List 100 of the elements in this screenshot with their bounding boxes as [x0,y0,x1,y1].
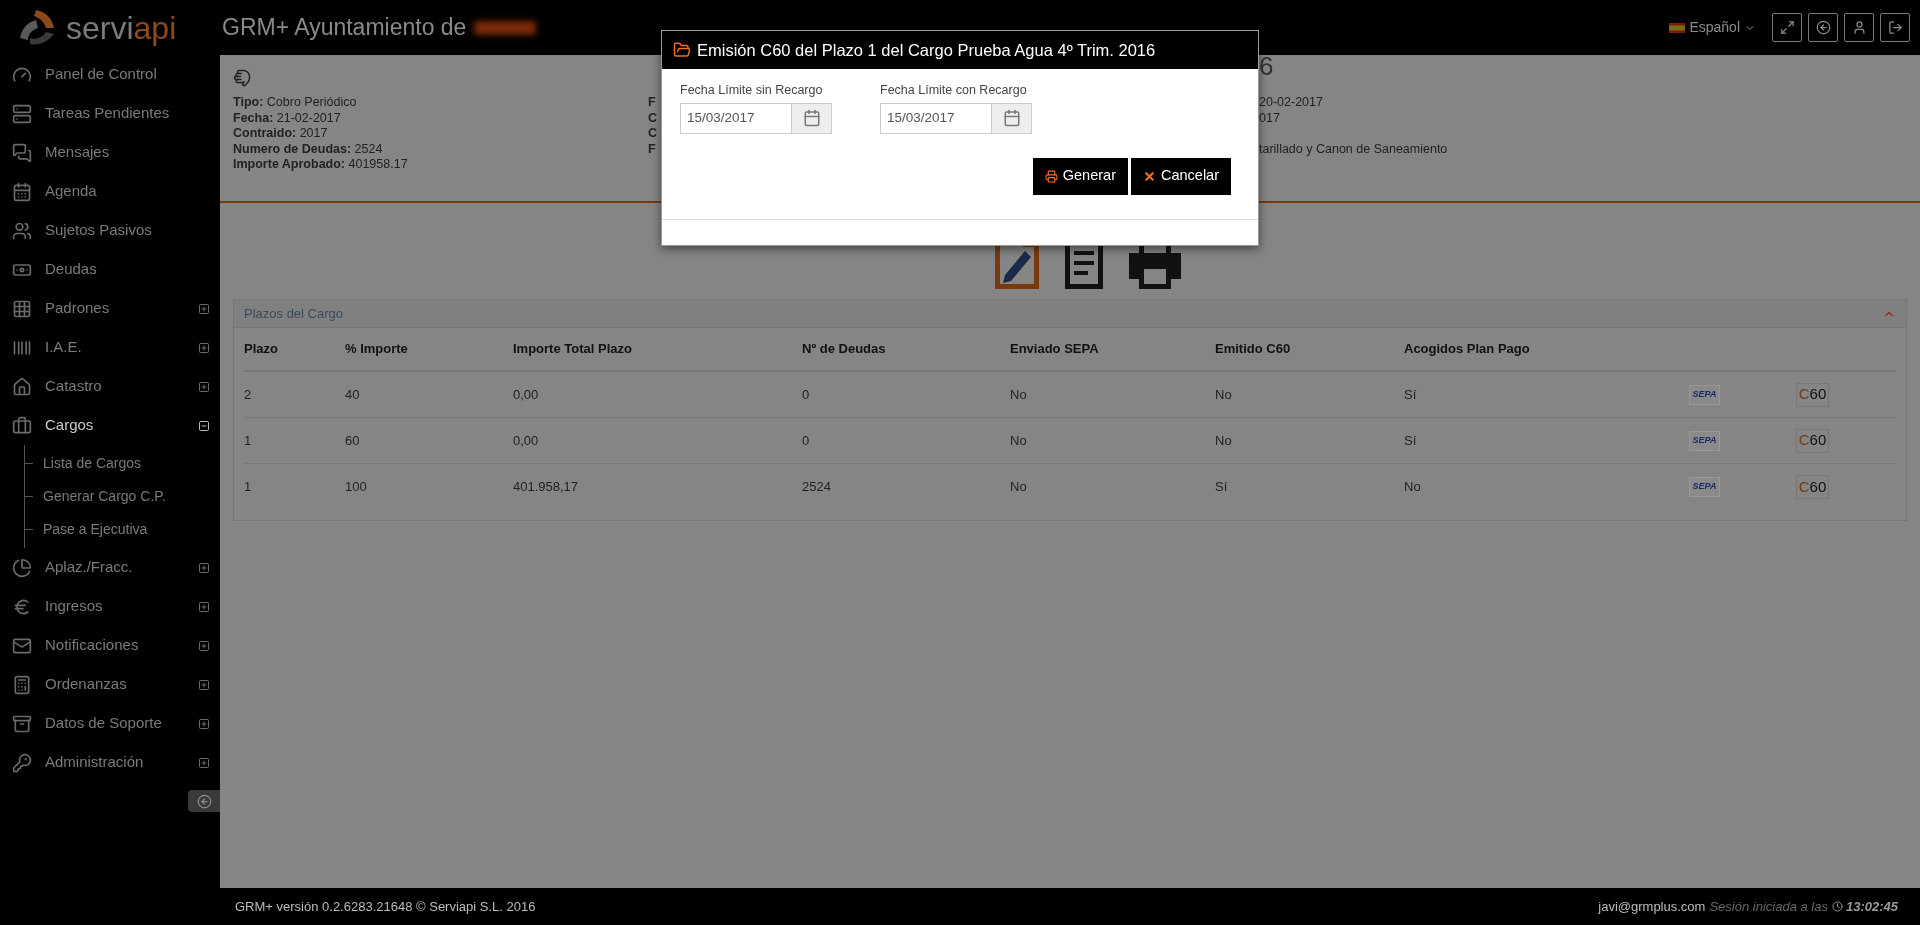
sidebar-item[interactable]: I.A.E. [0,328,220,367]
date-field[interactable]: 15/03/2017 [680,102,832,134]
heading-fragment: 6 [1259,51,1274,81]
info-label: F [648,141,656,157]
user-email: javi@grmplus.com [1598,897,1706,916]
table-cell-text: No [1010,431,1027,450]
expand-icon[interactable] [198,678,210,691]
c60-button[interactable]: C60 [1796,428,1829,453]
table-cell-text: No [1215,431,1232,450]
header-button[interactable] [1772,13,1802,42]
info-field: Numero de Deudas: 2524 [233,141,648,157]
expand-icon[interactable] [198,600,210,613]
c60-button[interactable]: C60 [1796,382,1829,407]
session-time: 13:02:45 [1845,897,1898,916]
submenu-item[interactable]: Pase a Ejecutiva [43,519,148,540]
table-cell-text: 0 [802,385,810,404]
expand-icon[interactable] [198,639,210,652]
sidebar-item[interactable]: Padrones [0,289,220,328]
info-label: C [648,126,658,142]
brand-name: serviapi [66,11,177,44]
sidebar-item[interactable]: Tareas Pendientes [0,94,220,133]
hand-icon [233,69,251,87]
printer-icon [1044,169,1058,183]
session-label: Sesión iniciada a las [1709,897,1828,916]
table-cell-text: 2524 [802,478,831,497]
table-cell-text: No [1010,478,1027,497]
header-button[interactable] [1844,13,1874,42]
expand-icon[interactable] [198,341,210,354]
sidebar-item[interactable]: Ordenanzas [0,665,220,704]
sidebar-item[interactable]: Mensajes [0,133,220,172]
sidebar-item[interactable]: Panel de Control [0,55,220,94]
menu-icon [12,415,32,436]
menu-icon [12,142,32,163]
menu-icon [12,181,32,202]
column-header: Acogidos Plan Pago [1404,340,1530,359]
expand-icon[interactable] [198,561,210,574]
page-title: GRM+ Ayuntamiento de [222,13,467,43]
folder-icon [673,41,691,59]
modal-title: Emisión C60 del Plazo 1 del Cargo Prueba Agua 4º Trim. 2016 [697,39,1156,61]
info-field: Importe Aprobado: 401958.17 [233,157,648,173]
table-cell-text: No [1215,385,1232,404]
sepa-button[interactable]: SEPA [1689,384,1720,405]
table-cell-text: 0 [802,431,810,450]
sidebar-item[interactable]: Deudas [0,250,220,289]
sepa-button[interactable]: SEPA [1689,430,1720,451]
cancel-button[interactable]: Cancelar [1130,157,1231,195]
calendar-icon[interactable] [1002,109,1021,128]
submenu-item[interactable]: Generar Cargo C.P. [43,486,166,507]
close-icon [1142,169,1156,183]
info-field: Tipo: Cobro Periódico [233,95,648,111]
table-cell-text: Sí [1404,385,1417,404]
table-cell-text: 0,00 [513,431,539,450]
date-field[interactable]: 15/03/2017 [880,102,1032,134]
sidebar-item[interactable]: Sujetos Pasivos [0,211,220,250]
table-cell-text: 401.958,17 [513,478,579,497]
collapse-sidebar-button[interactable] [188,790,220,812]
field-label: Fecha Límite sin Recargo [680,82,824,99]
sepa-button[interactable]: SEPA [1689,477,1720,497]
header-button[interactable] [1808,13,1838,42]
expand-icon[interactable] [198,380,210,393]
sidebar-item[interactable]: Administración [0,743,220,782]
sidebar-item[interactable]: Ingresos [0,587,220,626]
expand-icon[interactable] [198,717,210,730]
sidebar-item[interactable]: Datos de Soporte [0,704,220,743]
info-field: Contraido: 2017 [233,126,648,142]
language-selector[interactable]: Español [1669,17,1756,38]
sidebar-item[interactable]: Cargos [0,406,220,445]
sidebar-item[interactable]: Catastro [0,367,220,406]
collapse-icon[interactable] [198,419,210,432]
table-cell-text: 60 [345,431,360,450]
menu-icon [12,713,32,734]
info-value: 20-02-2017 [1259,95,1323,111]
calendar-icon[interactable] [802,109,821,128]
sidebar-item[interactable]: Aplaz./Fracc. [0,548,220,587]
c60-button[interactable]: C60 [1796,475,1829,499]
table-cell-text: Sí [1404,431,1417,450]
header-icon [1887,20,1903,35]
column-header: Emitido C60 [1215,340,1291,359]
table-cell-text: 40 [345,385,360,404]
header-icon [1779,20,1795,35]
table-cell-text: 2 [244,385,252,404]
table-cell-text: Sí [1215,478,1228,497]
blurred-name [474,20,537,35]
info-label: C [648,110,658,126]
expand-icon[interactable] [198,756,210,769]
column-header: Importe Total Plazo [513,340,632,359]
table-cell-text: No [1404,478,1421,497]
column-header: Nº de Deudas [802,340,886,359]
menu-icon [12,298,32,319]
generate-button[interactable]: Generar [1032,157,1128,195]
submenu-item[interactable]: Lista de Cargos [43,453,142,474]
header-button[interactable] [1880,13,1910,42]
info-value: 017 [1259,110,1280,126]
sidebar-item[interactable]: Agenda [0,172,220,211]
expand-icon[interactable] [198,302,210,315]
column-header: Plazo [244,340,278,359]
header-icon [1815,20,1831,35]
table-cell-text: No [1010,385,1027,404]
field-label: Fecha Límite con Recargo [880,82,1028,99]
sidebar-item[interactable]: Notificaciones [0,626,220,665]
